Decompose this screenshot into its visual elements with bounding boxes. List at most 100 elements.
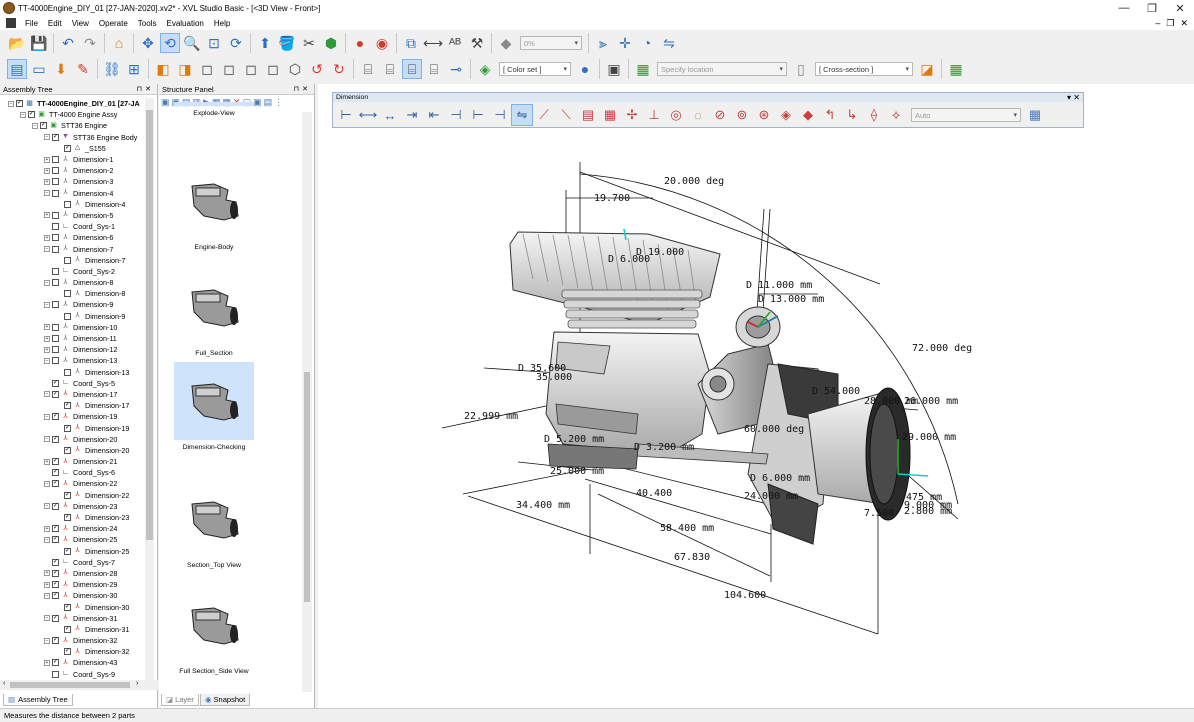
tree-expander-icon[interactable]: −: [44, 536, 50, 543]
mdi-close-icon[interactable]: ✕: [1180, 18, 1188, 29]
visibility-checkbox[interactable]: [52, 156, 59, 164]
dimension-label[interactable]: 25.000 mm: [550, 466, 604, 477]
visibility-checkbox[interactable]: ✓: [52, 435, 59, 443]
dimension-label[interactable]: 24.000 mm: [744, 491, 798, 502]
abc-icon[interactable]: ᴬᴮ: [445, 33, 465, 53]
tree-node[interactable]: ✓ ⅄ Dimension-25: [0, 546, 145, 557]
visibility-checkbox[interactable]: [52, 167, 59, 175]
rotate-icon[interactable]: ⟲: [160, 33, 180, 53]
location-book-icon[interactable]: ▯: [791, 59, 811, 79]
tree-node[interactable]: ✓ △ _S155: [0, 143, 145, 154]
tree-node[interactable]: + ⅄ Dimension-11: [0, 333, 145, 344]
tree-expander-icon[interactable]: −: [8, 100, 14, 107]
visibility-checkbox[interactable]: [52, 223, 59, 231]
tree-node[interactable]: + ⅄ Dimension-1: [0, 154, 145, 165]
dimension-tool-icon[interactable]: ⟷: [357, 104, 379, 126]
tree-node[interactable]: + ✓ ⅄ Dimension-43: [0, 657, 145, 668]
tree-node[interactable]: − ✓ ⅄ Dimension-17: [0, 389, 145, 400]
visibility-checkbox[interactable]: ✓: [52, 469, 59, 477]
visibility-checkbox[interactable]: ✓: [52, 133, 59, 141]
flip-icon[interactable]: ⇋: [659, 33, 679, 53]
dimension-tool-icon[interactable]: ↔: [379, 104, 401, 126]
visibility-checkbox[interactable]: ✓: [64, 648, 71, 656]
tree-expander-icon[interactable]: −: [44, 301, 50, 308]
tree-node[interactable]: + ✓ ⅄ Dimension-28: [0, 568, 145, 579]
document-icon[interactable]: [6, 18, 16, 28]
tree-expander-icon[interactable]: −: [44, 357, 50, 364]
tree-expander-icon[interactable]: +: [44, 525, 50, 532]
tools-icon[interactable]: ⚒: [467, 33, 487, 53]
menu-edit[interactable]: Edit: [43, 19, 67, 28]
tree-node[interactable]: ✓ ∟ Coord_Sys-5: [0, 378, 145, 389]
tree-expander-icon[interactable]: +: [44, 346, 50, 353]
visibility-checkbox[interactable]: [52, 234, 59, 242]
panel-pin-close-icon[interactable]: ⊓✕: [137, 85, 157, 93]
axis-icon[interactable]: ✛: [615, 33, 635, 53]
tree-node[interactable]: ✓ ⅄ Dimension-30: [0, 601, 145, 612]
visibility-checkbox[interactable]: ✓: [52, 480, 59, 488]
tab-assembly-tree[interactable]: ▤ Assembly Tree: [3, 694, 73, 706]
dimension-tool-icon[interactable]: ⊚: [731, 104, 753, 126]
tree-node[interactable]: − ⅄ Dimension-8: [0, 277, 145, 288]
pen-icon[interactable]: ✎: [73, 59, 93, 79]
dimension-label[interactable]: 22.999 mm: [464, 411, 518, 422]
tree-node[interactable]: − ✓ ⅄ Dimension-25: [0, 534, 145, 545]
dimension-tool-icon[interactable]: ⊣: [489, 104, 511, 126]
tree-expander-icon[interactable]: +: [44, 167, 50, 174]
tree-expander-icon[interactable]: −: [44, 436, 50, 443]
tree-expander-icon[interactable]: −: [20, 111, 26, 118]
dimension-tool-icon[interactable]: ◌: [687, 104, 709, 126]
tree-node[interactable]: ✓ ⅄ Dimension-31: [0, 624, 145, 635]
dimension-label[interactable]: 29.000 mm: [902, 432, 956, 443]
tree-node[interactable]: ✓ ⅄ Dimension-20: [0, 445, 145, 456]
tree-node[interactable]: − ⅄ Dimension-7: [0, 243, 145, 254]
tree-expander-icon[interactable]: −: [32, 122, 38, 129]
tree-expander-icon[interactable]: −: [44, 190, 50, 197]
tree-node[interactable]: ✓ ∟ Coord_Sys-7: [0, 557, 145, 568]
dimension-label[interactable]: 2.800 mm: [904, 506, 952, 517]
snapshot-card[interactable]: Engine-Body: [174, 162, 254, 251]
dimension-tool-icon[interactable]: ▦: [599, 104, 621, 126]
orbit-icon[interactable]: ◔: [637, 33, 657, 53]
menu-evaluation[interactable]: Evaluation: [161, 19, 208, 28]
redo-icon[interactable]: ↷: [80, 33, 100, 53]
tab-snapshot[interactable]: ◉ Snapshot: [200, 694, 251, 706]
tree-node[interactable]: + ⅄ Dimension-2: [0, 165, 145, 176]
dimension-tool-icon[interactable]: ⟋: [533, 104, 555, 126]
dimension-tool-icon[interactable]: ◈: [775, 104, 797, 126]
import-icon[interactable]: ⬇: [51, 59, 71, 79]
tree-expander-icon[interactable]: −: [44, 279, 50, 286]
tree-node[interactable]: − ✓ ⅄ Dimension-32: [0, 635, 145, 646]
visibility-checkbox[interactable]: ✓: [52, 390, 59, 398]
visibility-checkbox[interactable]: [64, 368, 71, 376]
tree-node[interactable]: + ✓ ⅄ Dimension-24: [0, 523, 145, 534]
sphere-icon[interactable]: ●: [350, 33, 370, 53]
dimension-label[interactable]: D 11.000 mm: [746, 280, 812, 291]
align-icon[interactable]: ⫸: [593, 33, 613, 53]
tab-layer[interactable]: ◪ Layer: [161, 694, 199, 706]
tree-node[interactable]: ⅄ Dimension-4: [0, 199, 145, 210]
color-set-select[interactable]: [ Color set ]: [499, 62, 571, 76]
dimension-tool-icon[interactable]: ⟡: [885, 104, 907, 126]
tree-node[interactable]: ⅄ Dimension-8: [0, 288, 145, 299]
dimension-auto-select[interactable]: Auto: [911, 108, 1021, 122]
home-view-icon[interactable]: ⌂: [109, 33, 129, 53]
tree-node[interactable]: − ✓ ⅄ Dimension-22: [0, 478, 145, 489]
tree-node[interactable]: − ⅄ Dimension-4: [0, 188, 145, 199]
visibility-checkbox[interactable]: ✓: [64, 603, 71, 611]
tree-node[interactable]: ✓ ⅄ Dimension-22: [0, 490, 145, 501]
tree-expander-icon[interactable]: −: [44, 391, 50, 398]
tree-expander-icon[interactable]: −: [44, 637, 50, 644]
move-part-icon[interactable]: ⬢: [321, 33, 341, 53]
tree-expander-icon[interactable]: −: [44, 592, 50, 599]
explode-icon[interactable]: ✂: [299, 33, 319, 53]
dimension-tool-icon[interactable]: ⟍: [555, 104, 577, 126]
visibility-checkbox[interactable]: [52, 357, 59, 365]
visibility-checkbox[interactable]: ✓: [52, 659, 59, 667]
visibility-checkbox[interactable]: ✓: [64, 144, 71, 152]
light-icon[interactable]: ◉: [372, 33, 392, 53]
dimension-label[interactable]: 72.000 deg: [912, 343, 972, 354]
tree-node[interactable]: − ✓ ▣ TT-4000 Engine Assy: [0, 109, 145, 120]
cube-bottom-icon[interactable]: ◻: [263, 59, 283, 79]
dimension-tool-icon[interactable]: ⊢: [335, 104, 357, 126]
